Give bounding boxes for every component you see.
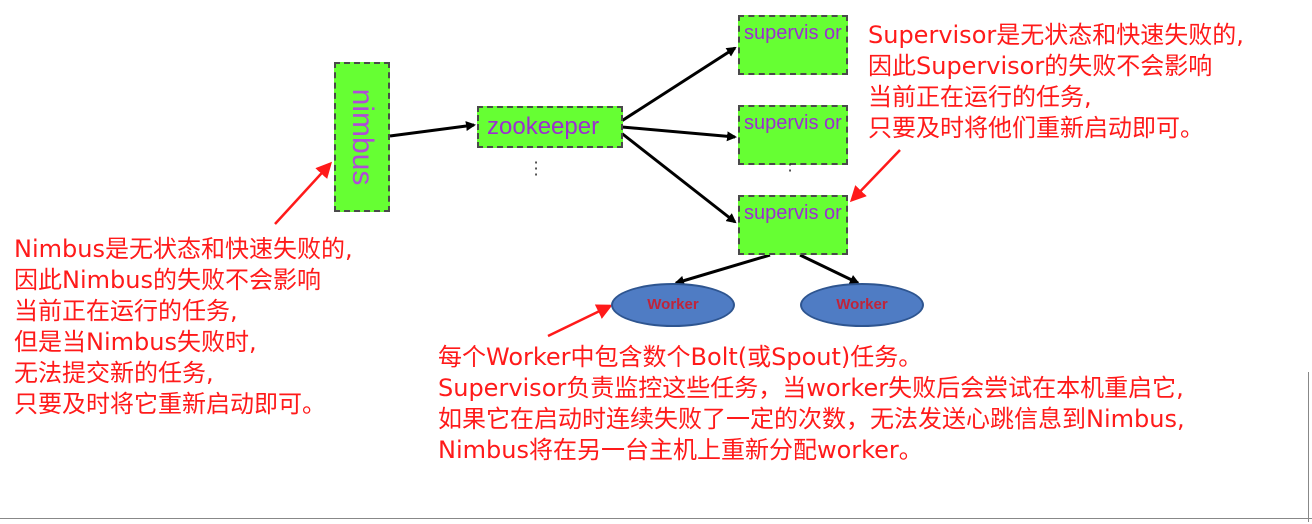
zookeeper-ellipsis: · · · bbox=[533, 153, 539, 184]
red-pointer-nimbus bbox=[274, 161, 333, 225]
supervisor-note-line: 当前正在运行的任务, bbox=[868, 83, 1092, 111]
zookeeper-node: zookeeper bbox=[477, 106, 623, 148]
supervisor-note-line: 只要及时将他们重新启动即可。 bbox=[868, 114, 1204, 142]
worker-note-line: 如果它在启动时连续失败了一定的次数，无法发送心跳信息到Nimbus, bbox=[438, 405, 1185, 433]
storm-architecture-diagram: nimbus zookeeper · · · supervis or supervi… bbox=[0, 0, 1312, 524]
supervisor-node-2: supervis or bbox=[738, 105, 848, 165]
nimbus-annotation: Nimbus是无状态和快速失败的, 因此Nimbus的失败不会影响 当前正在运行… bbox=[14, 234, 353, 420]
nimbus-node: nimbus bbox=[334, 62, 390, 212]
arrow-supervisor-to-worker-1 bbox=[674, 253, 771, 286]
supervisor-node-1: supervis or bbox=[738, 15, 848, 75]
nimbus-note-line: 只要及时将它重新启动即可。 bbox=[14, 390, 326, 418]
nimbus-note-line: 当前正在运行的任务, bbox=[14, 297, 238, 325]
nimbus-note-line: 因此Nimbus的失败不会影响 bbox=[14, 266, 321, 294]
worker-annotation: 每个Worker中包含数个Bolt(或Spout)任务。 Supervisor负… bbox=[438, 342, 1185, 466]
red-pointer-supervisor bbox=[849, 149, 901, 203]
nimbus-label: nimbus bbox=[346, 88, 379, 186]
arrow-zookeeper-to-supervisor-3 bbox=[619, 130, 737, 224]
supervisor-ellipsis: · · bbox=[787, 155, 793, 180]
red-pointer-worker bbox=[547, 304, 613, 338]
worker-note-line: Nimbus将在另一台主机上重新分配worker。 bbox=[438, 436, 923, 464]
arrow-zookeeper-to-supervisor-1 bbox=[619, 46, 737, 124]
worker-node-1: Worker bbox=[611, 283, 735, 327]
nimbus-note-line: Nimbus是无状态和快速失败的, bbox=[14, 235, 353, 263]
arrow-nimbus-to-zookeeper bbox=[389, 121, 476, 138]
supervisor-note-line: 因此Supervisor的失败不会影响 bbox=[868, 52, 1213, 80]
nimbus-note-line: 无法提交新的任务, bbox=[14, 359, 214, 387]
bottom-divider bbox=[0, 518, 1312, 519]
worker-note-line: 每个Worker中包含数个Bolt(或Spout)任务。 bbox=[438, 343, 923, 371]
supervisor-annotation: Supervisor是无状态和快速失败的, 因此Supervisor的失败不会影… bbox=[868, 20, 1244, 144]
supervisor-node-3: supervis or bbox=[738, 195, 848, 255]
arrow-supervisor-to-worker-2 bbox=[799, 253, 860, 285]
arrow-zookeeper-to-supervisor-2 bbox=[621, 125, 737, 142]
nimbus-note-line: 但是当Nimbus失败时, bbox=[14, 328, 257, 356]
worker-node-2: Worker bbox=[800, 283, 924, 327]
supervisor-note-line: Supervisor是无状态和快速失败的, bbox=[868, 21, 1244, 49]
worker-note-line: Supervisor负责监控这些任务，当worker失败后会尝试在本机重启它, bbox=[438, 374, 1184, 402]
right-divider bbox=[1308, 372, 1309, 522]
